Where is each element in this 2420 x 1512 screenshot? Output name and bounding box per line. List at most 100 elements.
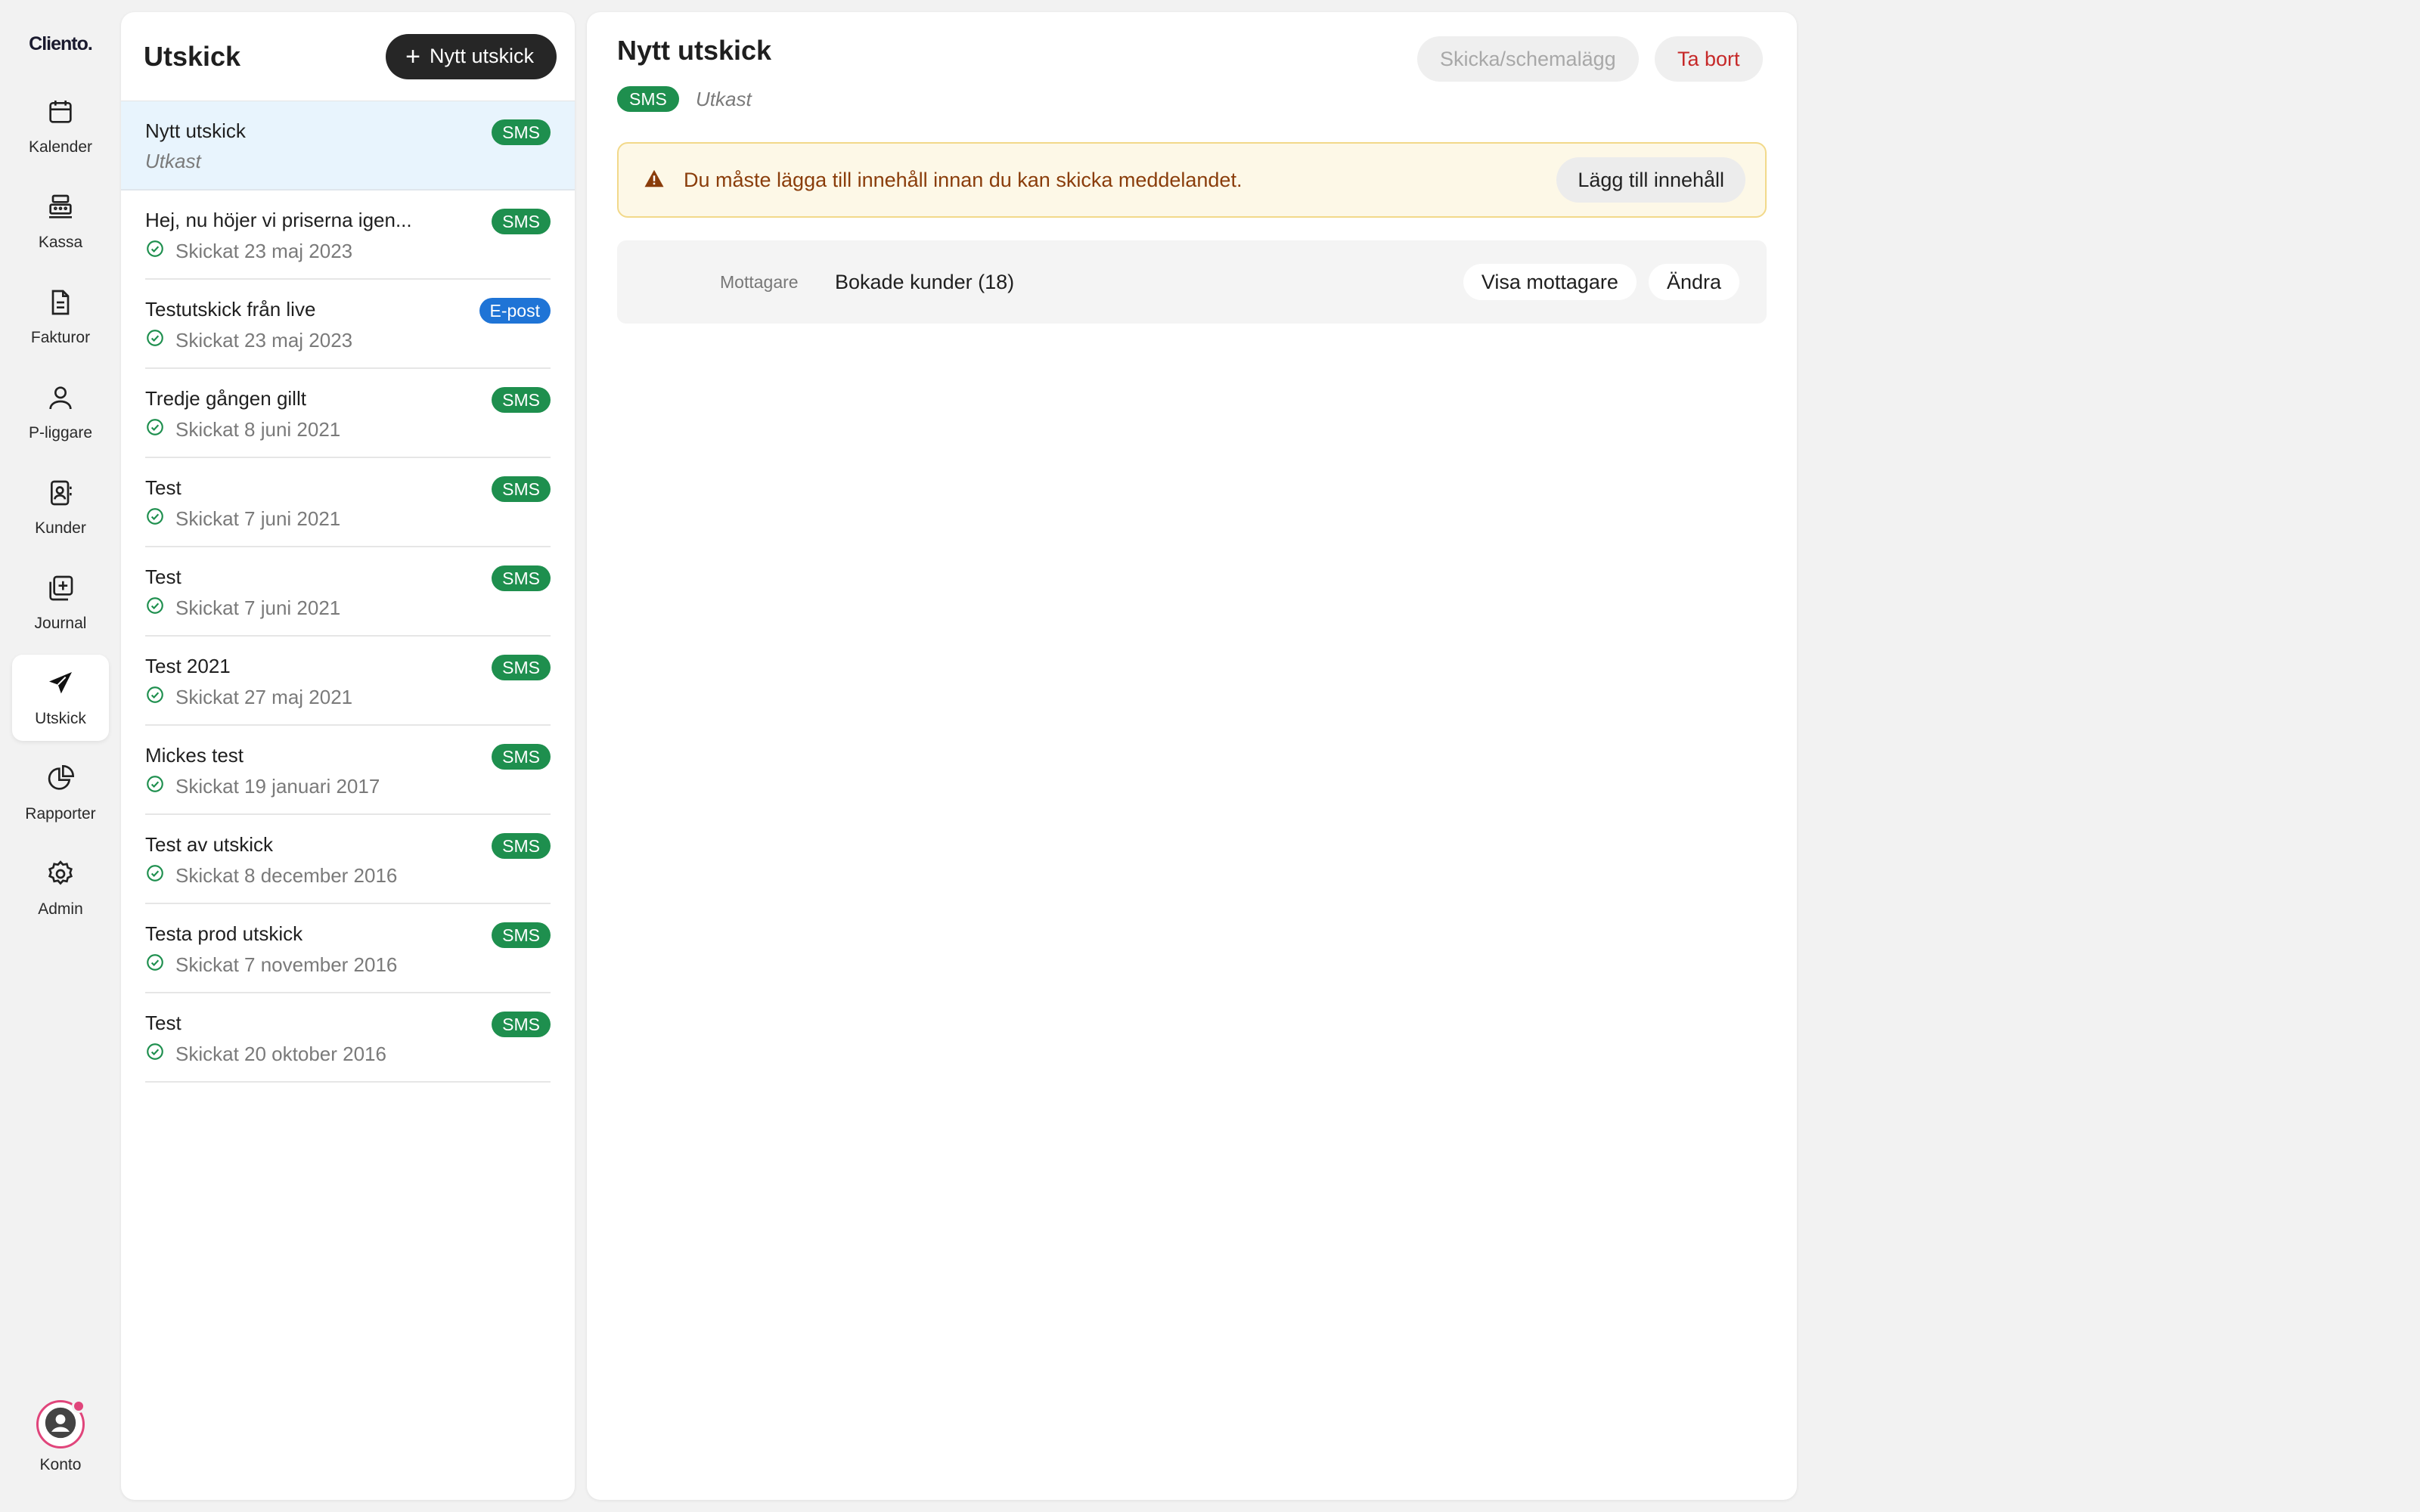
sidebar-item-label: Kassa (38, 233, 83, 251)
cash-register-icon (45, 192, 76, 226)
sidebar-nav: Kalender Kassa Fakturor P-liggare Kunder… (12, 83, 109, 940)
journal-icon (45, 573, 76, 607)
notification-dot (72, 1399, 85, 1413)
channel-badge: SMS (492, 833, 551, 859)
sidebar-item-fakturor[interactable]: Fakturor (12, 274, 109, 360)
recipients-value: Bokade kunder (18) (835, 270, 1015, 293)
edit-recipients-button[interactable]: Ändra (1648, 264, 1739, 300)
channel-badge: SMS (492, 387, 551, 413)
outreach-detail-panel: Nytt utskick SMS Utkast Skicka/schemaläg… (587, 12, 1797, 1500)
check-circle-icon (145, 953, 175, 978)
sidebar-item-label: Kunder (35, 519, 86, 537)
list-header: Utskick + Nytt utskick (121, 12, 575, 101)
sidebar-item-label: P-liggare (28, 423, 93, 442)
list-item-status-text: Skickat 23 maj 2023 (175, 329, 353, 352)
check-circle-icon (145, 1042, 175, 1067)
list-item[interactable]: Test Skickat 7 juni 2021 SMS (145, 547, 551, 637)
pie-chart-icon (45, 764, 76, 798)
channel-badge: SMS (492, 565, 551, 591)
check-circle-icon (145, 863, 175, 888)
show-recipients-button[interactable]: Visa mottagare (1463, 264, 1637, 300)
channel-badge: SMS (492, 655, 551, 680)
list-item[interactable]: Hej, nu höjer vi priserna igen... Skickat… (145, 191, 551, 280)
list-item-title: Nytt utskick (145, 119, 246, 142)
list-item-title: Test av utskick (145, 833, 274, 856)
plus-icon: + (405, 42, 420, 71)
list-item[interactable]: Test Skickat 20 oktober 2016 SMS (145, 993, 551, 1083)
sidebar: Cliento. Kalender Kassa Fakturor P-ligga… (0, 0, 121, 1512)
channel-badge: SMS (617, 86, 679, 112)
channel-badge: SMS (492, 744, 551, 770)
list-item[interactable]: Testutskick från live Skickat 23 maj 2023… (145, 280, 551, 369)
list-item-title: Test (145, 1012, 182, 1034)
check-circle-icon (145, 328, 175, 353)
check-circle-icon (145, 507, 175, 531)
list-item-status: Skickat 8 december 2016 (145, 863, 397, 888)
channel-badge: SMS (492, 922, 551, 948)
sidebar-item-kassa[interactable]: Kassa (12, 178, 109, 265)
sidebar-item-p-liggare[interactable]: P-liggare (12, 369, 109, 455)
list-item-status-text: Skickat 23 maj 2023 (175, 240, 353, 262)
alert-text: Du måste lägga till innehåll innan du ka… (684, 168, 1243, 191)
check-circle-icon (145, 239, 175, 264)
gear-icon (45, 859, 76, 893)
content-warning-alert: Du måste lägga till innehåll innan du ka… (617, 142, 1767, 218)
list-item-status: Skickat 23 maj 2023 (145, 239, 352, 264)
check-circle-icon (145, 596, 175, 621)
list-item[interactable]: Testa prod utskick Skickat 7 november 201… (145, 904, 551, 993)
status-text: Utkast (696, 88, 752, 110)
list-item[interactable]: Test Skickat 7 juni 2021 SMS (145, 458, 551, 547)
delete-button[interactable]: Ta bort (1655, 36, 1763, 82)
recipients-row: Mottagare Bokade kunder (18) Visa mottag… (617, 240, 1767, 324)
list-item[interactable]: Test 2021 Skickat 27 maj 2021 SMS (145, 637, 551, 726)
sidebar-item-kunder[interactable]: Kunder (12, 464, 109, 550)
sidebar-item-journal[interactable]: Journal (12, 559, 109, 646)
list-item[interactable]: Tredje gången gillt Skickat 8 juni 2021 SM… (145, 369, 551, 458)
list-item-status-text: Skickat 27 maj 2021 (175, 686, 353, 708)
recipients-label: Mottagare (720, 271, 799, 292)
list-item-status-text: Skickat 7 juni 2021 (175, 507, 341, 530)
list-item-title: Test (145, 565, 182, 588)
sidebar-item-label: Rapporter (25, 804, 96, 823)
sidebar-item-kalender[interactable]: Kalender (12, 83, 109, 169)
list-item-status-text: Skickat 19 januari 2017 (175, 775, 380, 798)
list-item-status-text: Skickat 20 oktober 2016 (175, 1043, 386, 1065)
sidebar-item-rapporter[interactable]: Rapporter (12, 750, 109, 836)
check-circle-icon (145, 774, 175, 799)
list-item[interactable]: Nytt utskick Utkast SMS (121, 101, 575, 191)
list-item-title: Tredje gången gillt (145, 387, 306, 410)
channel-badge: SMS (492, 476, 551, 502)
list-item-status: Skickat 7 juni 2021 (145, 596, 340, 621)
sidebar-item-label: Kalender (28, 138, 93, 156)
person-icon (45, 383, 76, 417)
channel-badge: SMS (492, 119, 551, 145)
list-item-status-text: Utkast (145, 150, 201, 172)
avatar (36, 1399, 85, 1448)
list-item-title: Mickes test (145, 744, 244, 767)
list-title: Utskick (144, 40, 241, 72)
list-item-status: Skickat 27 maj 2021 (145, 685, 352, 710)
list-item-status-text: Skickat 8 december 2016 (175, 864, 398, 887)
send-schedule-button[interactable]: Skicka/schemalägg (1417, 36, 1639, 82)
list-item-title: Testutskick från live (145, 298, 316, 321)
list-item-status: Skickat 20 oktober 2016 (145, 1042, 386, 1067)
sidebar-item-admin[interactable]: Admin (12, 845, 109, 931)
list-item-title: Hej, nu höjer vi priserna igen... (145, 209, 412, 231)
account-button[interactable]: Konto (12, 1399, 109, 1474)
list-item-status: Skickat 7 juni 2021 (145, 507, 340, 531)
list-item-status: Skickat 23 maj 2023 (145, 328, 352, 353)
new-outreach-button[interactable]: + Nytt utskick (386, 33, 557, 79)
warning-icon (643, 167, 684, 194)
list-item[interactable]: Test av utskick Skickat 8 december 2016 SM… (145, 815, 551, 904)
sidebar-item-label: Journal (34, 614, 87, 632)
calendar-icon (45, 97, 76, 131)
sidebar-item-label: Utskick (35, 709, 86, 727)
check-circle-icon (145, 417, 175, 442)
list-item-title: Test (145, 476, 182, 499)
list-item-status: Utkast (145, 150, 201, 173)
add-content-button[interactable]: Lägg till innehåll (1556, 157, 1745, 203)
new-outreach-label: Nytt utskick (429, 45, 534, 67)
list-item[interactable]: Mickes test Skickat 19 januari 2017 SMS (145, 726, 551, 815)
sidebar-item-utskick[interactable]: Utskick (12, 655, 109, 741)
contacts-icon (45, 478, 76, 512)
